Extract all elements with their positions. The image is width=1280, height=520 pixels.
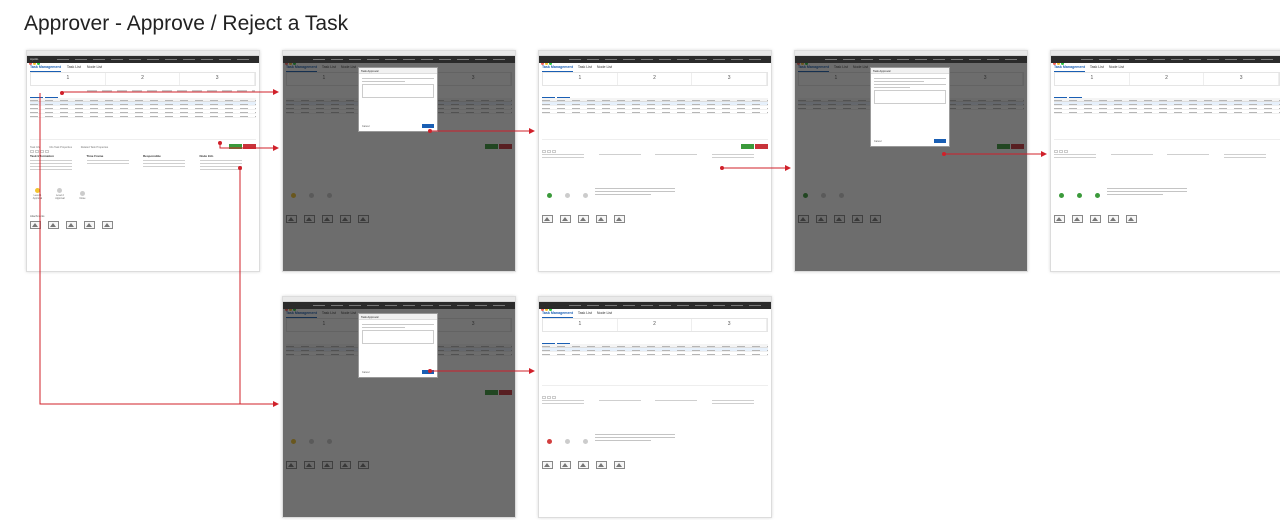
screen-approve-modal: Task ManagementTask ListNode List 123 Ta… bbox=[282, 50, 516, 272]
screen-approved-level1: Task Management Task List Node List 123 bbox=[538, 50, 772, 272]
detail-tab-info[interactable]: Task Info bbox=[30, 146, 40, 149]
detail-tab-properties[interactable]: Info Task Properties bbox=[49, 146, 72, 149]
screen-task-detail: Apollo Task Management Task List Node Li… bbox=[26, 50, 260, 272]
screen-rejected: Task Management Task List Node List 123 bbox=[538, 296, 772, 518]
flow-canvas: Approver - Approve / Reject a Task Apoll… bbox=[0, 0, 1280, 520]
tab-task-list[interactable]: Task List bbox=[67, 63, 81, 71]
approve-button[interactable] bbox=[229, 144, 242, 149]
pending-icon bbox=[35, 188, 40, 193]
filter-row bbox=[87, 90, 255, 92]
summary-panel: 123 bbox=[30, 72, 256, 86]
page-title: Approver - Approve / Reject a Task bbox=[24, 12, 349, 35]
pager bbox=[30, 139, 256, 153]
task-table bbox=[30, 98, 256, 118]
tab-node-list[interactable]: Node List bbox=[87, 63, 102, 71]
reject-button[interactable] bbox=[243, 144, 256, 149]
confirm-approve-button[interactable] bbox=[422, 124, 434, 128]
cancel-button[interactable]: Cancel bbox=[362, 125, 369, 128]
screen-reject-modal: Task ManagementTask ListNode List 123 Ta… bbox=[282, 296, 516, 518]
tab-task-management[interactable]: Task Management bbox=[30, 64, 61, 72]
tabs: Task Management Task List Node List bbox=[27, 63, 259, 72]
top-nav: Apollo bbox=[27, 56, 259, 63]
brand-label: Apollo bbox=[30, 57, 39, 62]
rejected-icon bbox=[547, 439, 552, 444]
detail-tabs: Task Info Info Task Properties Related T… bbox=[30, 146, 116, 149]
screen-approve-modal-2: Task ManagementTask ListNode List 123 Ta… bbox=[794, 50, 1028, 272]
toolbar bbox=[30, 89, 60, 102]
reject-modal: Task Approval Cancel bbox=[358, 313, 438, 378]
check-icon bbox=[547, 193, 552, 198]
screen-all-approved: Task Management Task List Node List 123 bbox=[1050, 50, 1280, 272]
detail-columns: Task Information Time Frame Responsible … bbox=[30, 154, 256, 184]
comment-textarea[interactable] bbox=[362, 84, 434, 98]
detail-tab-related[interactable]: Related Task Properties bbox=[81, 146, 109, 149]
attachments: Attachments bbox=[30, 215, 120, 233]
approve-modal: Task Approval Cancel bbox=[358, 67, 438, 132]
approval-steps: Level 1 Approval Level 2 Approval Close bbox=[30, 186, 93, 206]
